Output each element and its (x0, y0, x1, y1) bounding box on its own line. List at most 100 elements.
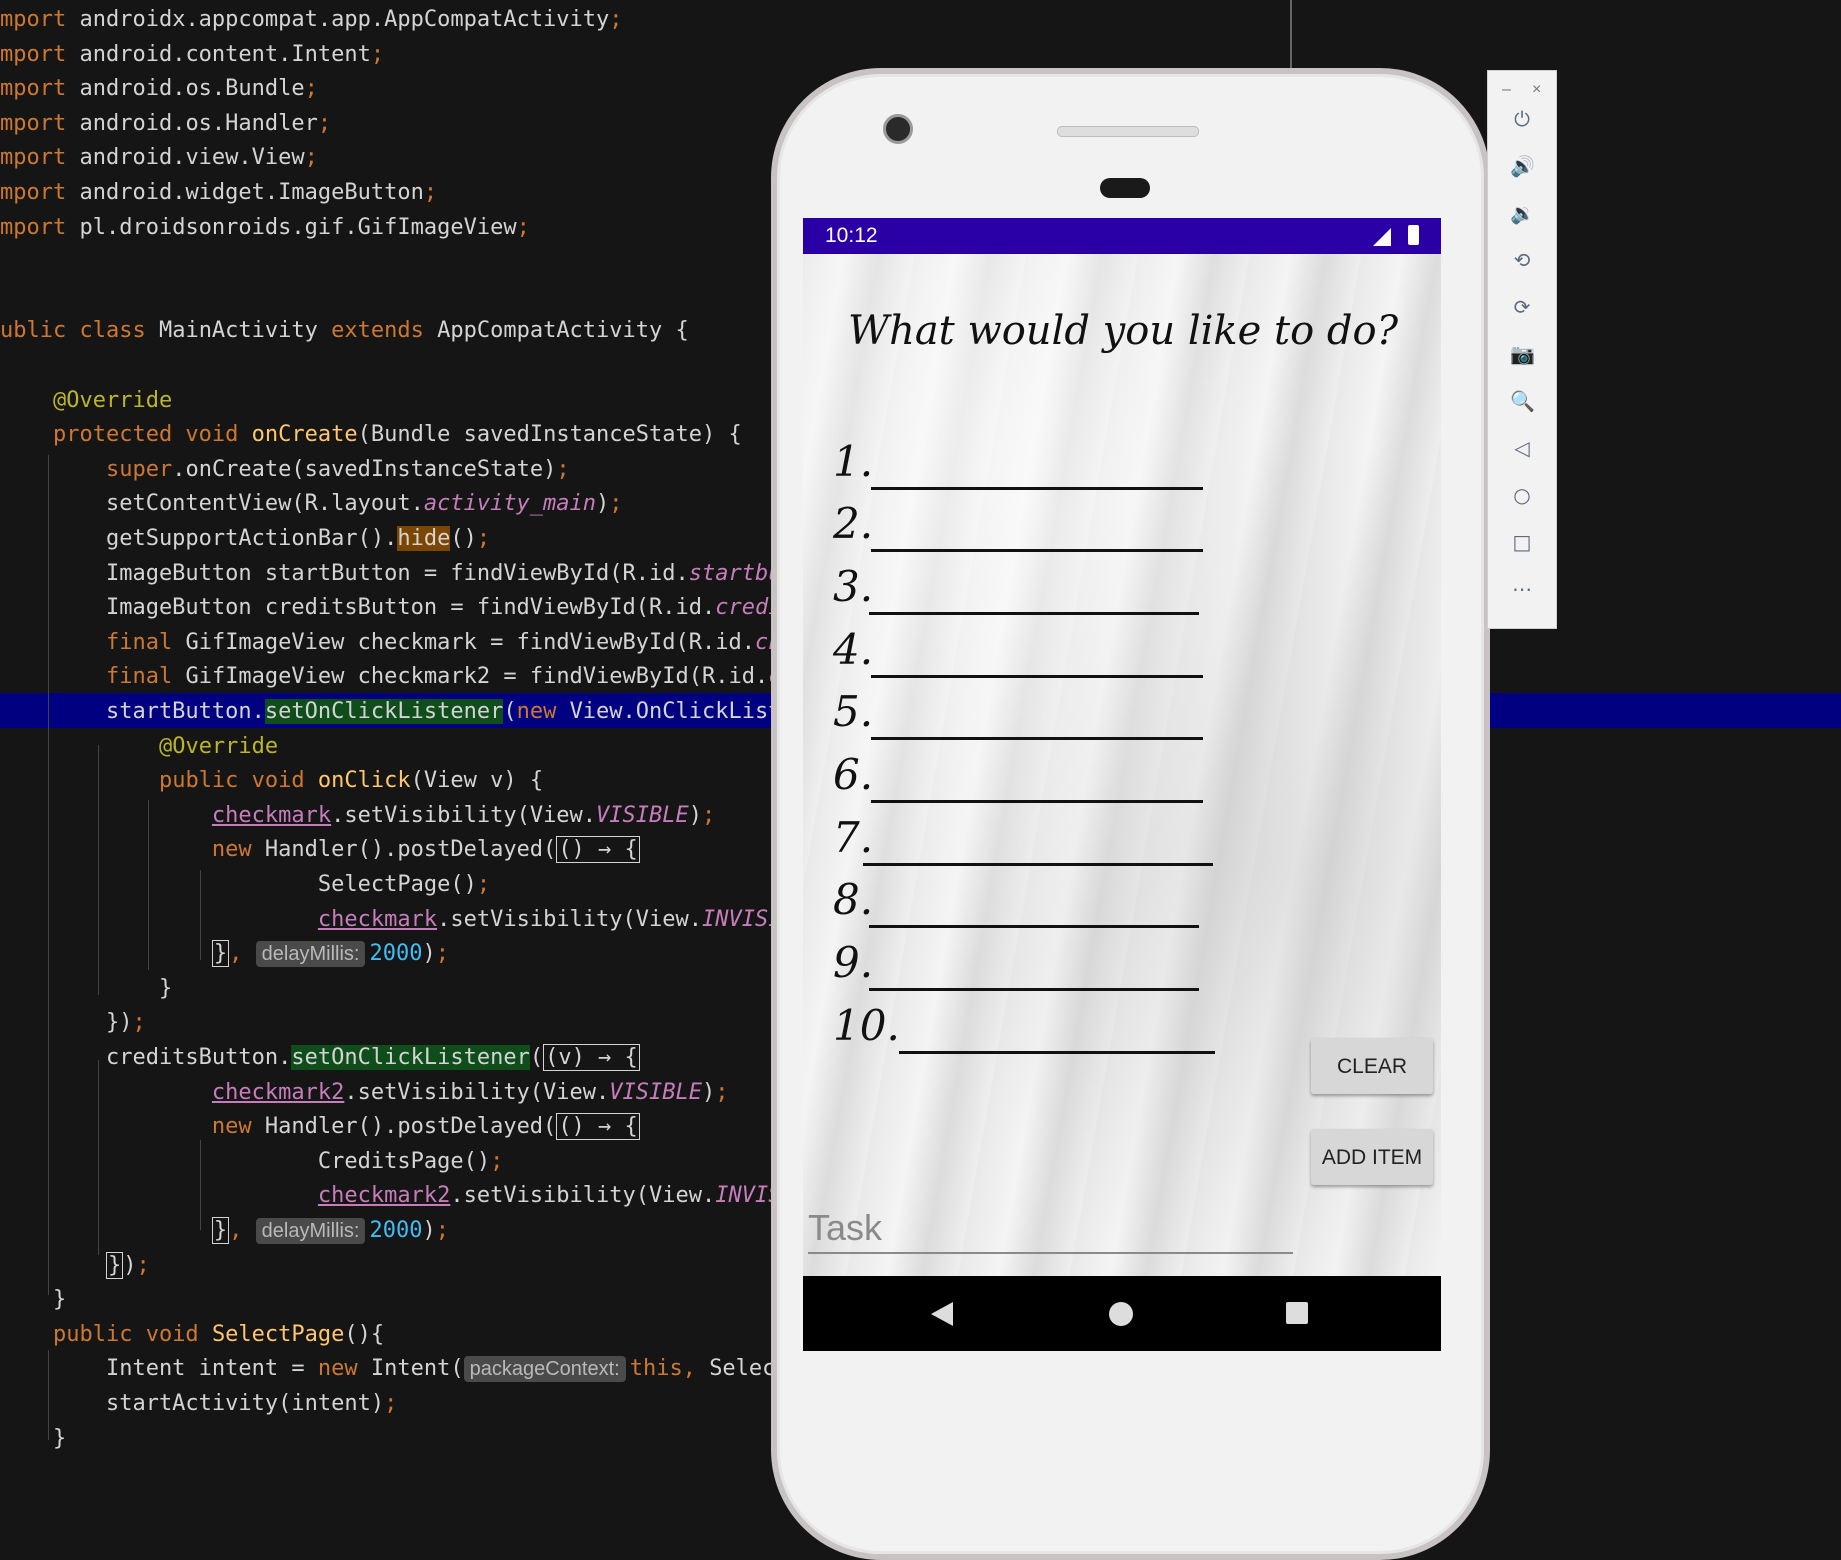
volume-up-icon[interactable]: 🔊 (1510, 154, 1535, 178)
code-token: android.widget.ImageButton (66, 180, 424, 205)
indent-guide (48, 1350, 49, 1440)
todo-item: 8. (833, 868, 1213, 928)
todo-line (869, 988, 1199, 991)
todo-line (869, 925, 1199, 928)
camera-icon[interactable]: 📷 (1510, 342, 1535, 366)
power-icon[interactable]: ⏻ (1510, 107, 1534, 131)
back-icon[interactable]: ◁ (1510, 436, 1534, 460)
todo-item: 9. (833, 931, 1213, 991)
todo-item: 3. (833, 555, 1213, 615)
device-screen[interactable]: 10:12 What would you like to do? 1. 2. 3… (803, 218, 1441, 1351)
code-token: mport (0, 76, 67, 102)
todo-line (863, 863, 1213, 866)
code-line: getSupportActionBar().hide(); (0, 522, 490, 556)
rotate-left-icon[interactable]: ⟲ (1510, 248, 1534, 272)
minimize-button[interactable]: – (1502, 81, 1511, 99)
volume-down-icon[interactable]: 🔉 (1510, 201, 1535, 225)
code-token: setOnClickListener (264, 699, 504, 724)
todo-line (871, 675, 1203, 678)
indent-guide (200, 1140, 201, 1230)
code-line: CreditsPage(); (0, 1145, 503, 1179)
code-token: new (211, 1114, 265, 1140)
code-token: ; (136, 1252, 150, 1278)
code-token: mport (0, 7, 67, 32)
code-token: ; (132, 1010, 146, 1036)
clear-button[interactable]: CLEAR (1311, 1038, 1433, 1094)
code-token: extends (331, 318, 438, 344)
nav-home-icon[interactable] (1109, 1302, 1133, 1326)
code-token: } (211, 1217, 230, 1244)
todo-item: 5. (833, 680, 1213, 740)
code-token: mport (0, 214, 67, 240)
code-token: VISIBLE (596, 802, 689, 828)
code-token: mport (0, 145, 67, 171)
code-token: ; (702, 802, 716, 828)
code-token: (){ (344, 1321, 385, 1347)
code-token: androidx.appcompat.app.AppCompatActivity (66, 7, 610, 32)
rotate-right-icon[interactable]: ⟳ (1510, 295, 1534, 319)
code-token: CreditsPage() (0, 1148, 491, 1174)
add-item-button[interactable]: ADD ITEM (1311, 1129, 1433, 1185)
code-token: ( (503, 699, 517, 724)
code-line: }); (0, 1249, 150, 1283)
code-token: GifImageView checkmark = findViewById(R.… (185, 629, 755, 655)
todo-line (899, 1051, 1215, 1054)
code-line: ImageButton creditsButton = findViewById… (0, 591, 795, 625)
code-line: ImageButton startButton = findViewById(R… (0, 557, 795, 591)
code-token: ; (609, 7, 623, 32)
status-time: 10:12 (825, 224, 878, 247)
code-token: () (450, 526, 477, 551)
home-icon[interactable]: ○ (1510, 483, 1534, 507)
code-token: } (0, 975, 173, 1001)
todo-item: 1. (833, 430, 1213, 490)
code-token: ; (370, 41, 385, 67)
code-line: public void onClick(View v) { (0, 764, 543, 798)
code-token: .onCreate(savedInstanceState) (172, 456, 557, 482)
emulator-toolbar: – × ⏻ 🔊 🔉 ⟲ ⟳ 📷 🔍 ◁ ○ □ ⋯ (1487, 70, 1557, 629)
zoom-icon[interactable]: 🔍 (1510, 389, 1535, 413)
code-token: GifImageView checkmark2 = findViewById(R… (185, 664, 769, 690)
todo-number: 3. (833, 562, 874, 611)
code-token: 2000 (369, 941, 423, 967)
code-token: ; (435, 1218, 449, 1243)
code-token: AppCompatActivity { (437, 318, 689, 344)
code-token: VISIBLE (609, 1079, 702, 1105)
nav-recents-icon[interactable] (1286, 1302, 1308, 1324)
code-token: android.os.Bundle (66, 76, 305, 102)
code-token: creditsButton. (0, 1045, 292, 1070)
code-line: setContentView(R.layout.activity_main); (0, 487, 623, 521)
code-line: } (0, 1422, 66, 1456)
more-icon[interactable]: ⋯ (1510, 577, 1534, 601)
status-bar: 10:12 (803, 218, 1441, 254)
nav-back-icon[interactable] (931, 1302, 953, 1326)
signal-icon (1373, 228, 1391, 246)
close-button[interactable]: × (1532, 81, 1541, 99)
todo-number: 7. (833, 813, 874, 862)
emulator-device: 10:12 What would you like to do? 1. 2. 3… (771, 68, 1490, 1560)
code-token: checkmark2 (211, 1079, 345, 1105)
app-content: What would you like to do? 1. 2. 3. 4. 5… (803, 254, 1441, 1276)
task-input[interactable] (808, 1204, 1293, 1254)
code-line: } (0, 1283, 66, 1317)
overview-icon[interactable]: □ (1510, 530, 1534, 554)
code-line: mport android.widget.ImageButton; (0, 176, 437, 210)
code-line: mport pl.droidsonroids.gif.GifImageView; (0, 211, 530, 245)
code-token: Intent( (370, 1356, 464, 1382)
todo-number: 9. (833, 938, 874, 987)
code-token: android.os.Handler (66, 110, 318, 136)
code-token: .setVisibility(View. (331, 802, 597, 828)
code-token: ; (476, 526, 491, 551)
code-token: final (105, 664, 186, 690)
code-line: checkmark2.setVisibility(View.VISIBLE); (0, 1076, 729, 1110)
todo-number: 8. (833, 875, 874, 924)
code-token: } (105, 1251, 124, 1279)
navigation-bar (803, 1276, 1441, 1351)
code-line: checkmark2.setVisibility(View.INVISI (0, 1179, 795, 1213)
code-token: activity_main (423, 491, 597, 517)
code-line: mport android.content.Intent; (0, 38, 384, 72)
todo-item: 4. (833, 618, 1213, 678)
